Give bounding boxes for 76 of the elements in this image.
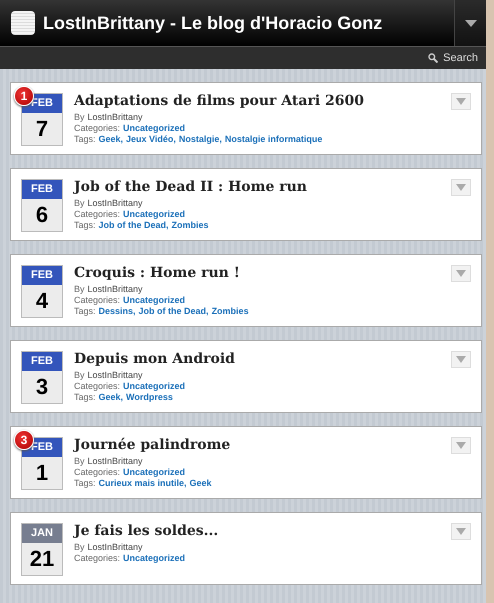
category-link[interactable]: Uncategorized (123, 123, 186, 134)
post-title-link[interactable]: Croquis : Home run ! (74, 265, 451, 281)
tag-link[interactable]: Geek (190, 478, 212, 489)
categories-label: Categories: (74, 381, 120, 392)
tag-link[interactable]: Job of the Dead, (98, 220, 169, 231)
caret-icon (456, 98, 466, 105)
post-title-link[interactable]: Adaptations de films pour Atari 2600 (74, 93, 451, 109)
notepad-icon (11, 11, 35, 35)
categories-label: Categories: (74, 123, 120, 134)
expand-button[interactable] (451, 93, 471, 110)
search-icon (428, 53, 438, 63)
caret-icon (456, 528, 466, 535)
tags-label: Tags: (74, 478, 96, 489)
category-link[interactable]: Uncategorized (123, 295, 186, 306)
author-label: By (74, 284, 85, 295)
author-label: By (74, 112, 85, 123)
category-link[interactable]: Uncategorized (123, 381, 186, 392)
categories-label: Categories: (74, 209, 120, 220)
tag-link[interactable]: Jeux Vidéo, (126, 134, 176, 145)
expand-button[interactable] (451, 437, 471, 454)
post-title-link[interactable]: Depuis mon Android (74, 351, 451, 367)
author-label: By (74, 542, 85, 553)
tags-label: Tags: (74, 220, 96, 231)
tag-link[interactable]: Geek, (98, 392, 124, 403)
day-number: 4 (22, 285, 62, 317)
author-label: By (74, 198, 85, 209)
day-number: 6 (22, 199, 62, 231)
day-number: 3 (22, 371, 62, 403)
post-title-link[interactable]: Journée palindrome (74, 437, 451, 453)
tags-label: Tags: (74, 306, 96, 317)
caret-icon (464, 20, 476, 26)
author-name: LostInBrittany (88, 542, 143, 553)
tags-label: Tags: (74, 392, 96, 403)
caret-icon (456, 270, 466, 277)
blog-title: LostInBrittany - Le blog d'Horacio Gonz (43, 12, 384, 34)
post-title-link[interactable]: Job of the Dead II : Home run (74, 179, 451, 195)
month-label: FEB (22, 180, 62, 199)
search-button[interactable]: Search (420, 52, 486, 64)
categories-label: Categories: (74, 295, 120, 306)
month-label: FEB (22, 352, 62, 371)
categories-label: Categories: (74, 553, 120, 564)
categories-label: Categories: (74, 467, 120, 478)
author-name: LostInBrittany (88, 370, 143, 381)
tag-link[interactable]: Wordpress (126, 392, 173, 403)
day-number: 1 (22, 457, 62, 489)
tag-link[interactable]: Job of the Dead, (138, 306, 209, 317)
tags-label: Tags: (74, 134, 96, 145)
day-number: 21 (22, 543, 62, 575)
menu-button[interactable] (454, 0, 486, 46)
tag-link[interactable]: Nostalgie, (178, 134, 222, 145)
expand-button[interactable] (451, 523, 471, 540)
tag-link[interactable]: Dessins, (98, 306, 136, 317)
author-label: By (74, 456, 85, 467)
tag-link[interactable]: Nostalgie informatique (224, 134, 322, 145)
post-title-link[interactable]: Je fais les soldes... (74, 523, 451, 539)
category-link[interactable]: Uncategorized (123, 209, 186, 220)
author-name: LostInBrittany (88, 456, 143, 467)
caret-icon (456, 356, 466, 363)
expand-button[interactable] (451, 265, 471, 282)
day-number: 7 (22, 113, 62, 145)
tag-link[interactable]: Curieux mais inutile, (98, 478, 187, 489)
expand-button[interactable] (451, 179, 471, 196)
category-link[interactable]: Uncategorized (123, 553, 186, 564)
caret-icon (456, 442, 466, 449)
tag-link[interactable]: Zombies (172, 220, 209, 231)
month-label: JAN (22, 524, 62, 543)
month-label: FEB (22, 266, 62, 285)
caret-icon (456, 184, 466, 191)
author-name: LostInBrittany (88, 198, 143, 209)
category-link[interactable]: Uncategorized (123, 467, 186, 478)
expand-button[interactable] (451, 351, 471, 368)
author-name: LostInBrittany (88, 112, 143, 123)
author-label: By (74, 370, 85, 381)
author-name: LostInBrittany (88, 284, 143, 295)
tag-link[interactable]: Geek, (98, 134, 124, 145)
tag-link[interactable]: Zombies (212, 306, 249, 317)
